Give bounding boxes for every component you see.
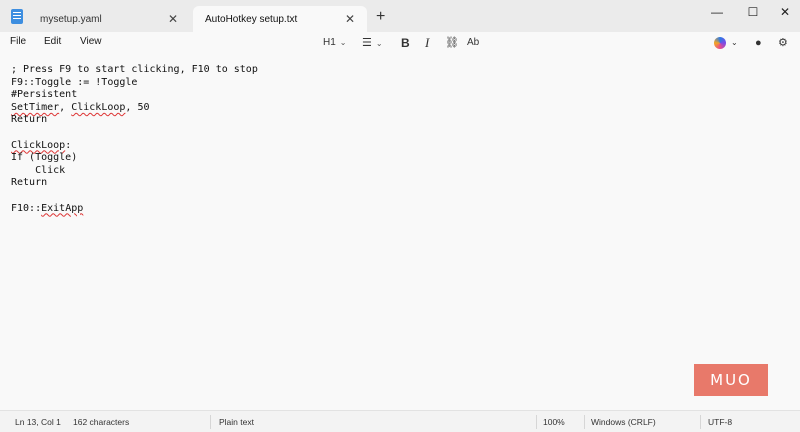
code-line[interactable]: F9::Toggle := !Toggle bbox=[11, 77, 258, 90]
menu-bar: File Edit View H1 ⌄ ☰ ⌄ B I ⛓ Ab ⌄ ● ⚙ bbox=[0, 32, 800, 54]
code-line[interactable] bbox=[11, 127, 258, 140]
misspelled-word: ClickLoop bbox=[11, 139, 66, 151]
muo-watermark-logo: MUO bbox=[694, 364, 768, 396]
status-divider bbox=[584, 415, 585, 429]
code-text: ; Press F9 to start clicking, F10 to sto… bbox=[11, 64, 258, 75]
link-icon[interactable]: ⛓ bbox=[445, 35, 459, 51]
tab-close-icon[interactable]: ✕ bbox=[168, 12, 178, 26]
code-line[interactable]: ClickLoop: bbox=[11, 140, 258, 153]
close-window-button[interactable]: ✕ bbox=[770, 2, 800, 22]
settings-gear-icon[interactable]: ⚙ bbox=[778, 35, 788, 51]
bold-button[interactable]: B bbox=[401, 35, 410, 51]
line-ending[interactable]: Windows (CRLF) bbox=[591, 417, 656, 427]
chevron-down-icon[interactable]: ⌄ bbox=[731, 35, 738, 51]
tab-mysetup-yaml[interactable]: mysetup.yaml ✕ bbox=[28, 6, 188, 32]
code-line[interactable]: F10::ExitApp bbox=[11, 203, 258, 216]
code-text: #Persistent bbox=[11, 89, 78, 101]
code-line[interactable]: Return bbox=[11, 177, 258, 190]
title-bar: mysetup.yaml ✕ AutoHotkey setup.txt ✕ + … bbox=[0, 0, 800, 32]
code-line[interactable]: SetTimer, ClickLoop, 50 bbox=[11, 102, 258, 115]
tab-close-icon[interactable]: ✕ bbox=[345, 12, 355, 26]
status-divider bbox=[700, 415, 701, 429]
code-text: Return bbox=[11, 177, 48, 189]
new-tab-button[interactable]: + bbox=[376, 8, 385, 26]
list-dropdown[interactable]: ☰ ⌄ bbox=[362, 35, 383, 51]
code-text: Click bbox=[11, 164, 66, 176]
code-text: F10:: bbox=[11, 202, 42, 214]
chevron-down-icon: ⌄ bbox=[375, 39, 383, 48]
code-text: : bbox=[65, 139, 72, 151]
heading-label: H1 bbox=[323, 37, 336, 48]
misspelled-word: ExitApp bbox=[41, 202, 84, 214]
italic-button[interactable]: I bbox=[425, 35, 429, 51]
zoom-level[interactable]: 100% bbox=[543, 417, 565, 427]
tab-label: mysetup.yaml bbox=[40, 13, 102, 25]
tab-autohotkey-setup[interactable]: AutoHotkey setup.txt ✕ bbox=[193, 6, 367, 32]
misspelled-word: SetTimer bbox=[11, 101, 60, 113]
menu-edit[interactable]: Edit bbox=[44, 36, 61, 47]
code-line[interactable]: Return bbox=[11, 114, 258, 127]
code-text: , 50 bbox=[125, 101, 150, 113]
status-bar: Ln 13, Col 1 162 characters Plain text 1… bbox=[0, 410, 800, 432]
code-text: Return bbox=[11, 114, 48, 126]
code-text: If (Toggle) bbox=[11, 152, 78, 164]
code-line[interactable]: #Persistent bbox=[11, 89, 258, 102]
code-line[interactable] bbox=[11, 190, 258, 203]
copilot-icon[interactable] bbox=[714, 37, 726, 49]
tab-label: AutoHotkey setup.txt bbox=[205, 13, 298, 25]
notepad-app-icon bbox=[11, 9, 23, 24]
maximize-button[interactable]: ☐ bbox=[738, 2, 768, 22]
code-text: , bbox=[59, 101, 72, 113]
code-line[interactable]: If (Toggle) bbox=[11, 152, 258, 165]
cursor-position: Ln 13, Col 1 bbox=[15, 417, 61, 427]
chevron-down-icon: ⌄ bbox=[339, 38, 347, 47]
code-text: F9::Toggle := !Toggle bbox=[11, 76, 138, 88]
minimize-button[interactable]: — bbox=[702, 2, 732, 22]
status-divider bbox=[210, 415, 211, 429]
menu-file[interactable]: File bbox=[10, 36, 26, 47]
encoding[interactable]: UTF-8 bbox=[708, 417, 732, 427]
heading-dropdown[interactable]: H1 ⌄ bbox=[323, 35, 347, 51]
list-icon: ☰ bbox=[362, 37, 372, 49]
misspelled-word: ClickLoop bbox=[71, 101, 126, 113]
code-line[interactable]: Click bbox=[11, 165, 258, 178]
editor-content[interactable]: ; Press F9 to start clicking, F10 to sto… bbox=[11, 64, 258, 215]
account-icon[interactable]: ● bbox=[755, 35, 762, 51]
menu-view[interactable]: View bbox=[80, 36, 102, 47]
code-line[interactable]: ; Press F9 to start clicking, F10 to sto… bbox=[11, 64, 258, 77]
status-divider bbox=[536, 415, 537, 429]
text-format[interactable]: Plain text bbox=[219, 417, 254, 427]
character-count: 162 characters bbox=[73, 417, 130, 427]
spellcheck-button[interactable]: Ab bbox=[467, 35, 479, 51]
text-editor[interactable]: ; Press F9 to start clicking, F10 to sto… bbox=[0, 54, 800, 410]
